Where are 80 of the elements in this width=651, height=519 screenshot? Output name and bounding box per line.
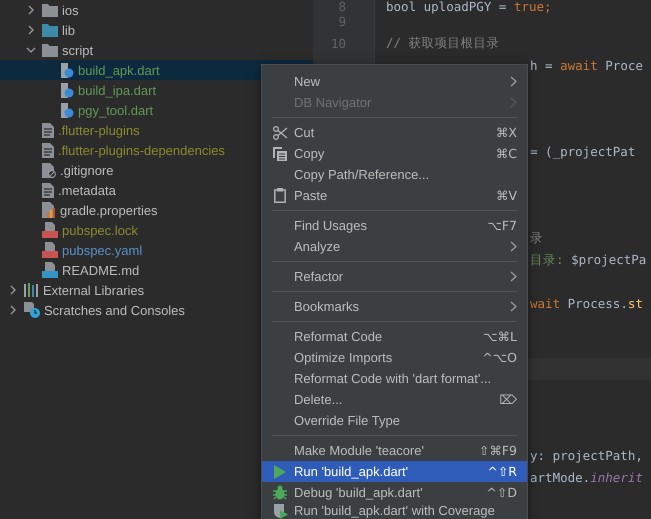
ignored-file-icon [42, 162, 56, 178]
menu-item[interactable]: Reformat Code with 'dart format'... [262, 368, 527, 389]
tree-item-label: gradle.properties [60, 202, 158, 218]
clipboard-icon [274, 188, 286, 203]
menu-item[interactable]: Optimize Imports ^⌥O [262, 347, 527, 368]
tree-item[interactable]: ios [0, 0, 313, 20]
code-line: 录 [530, 230, 543, 248]
play-icon [274, 464, 286, 478]
shortcut-label: ⇧⌘F9 [478, 443, 517, 458]
menu-item[interactable]: Analyze [262, 236, 527, 257]
menu-item[interactable]: Delete... ⌦ [262, 389, 527, 410]
code-line: artMode.inherit [530, 470, 643, 485]
menu-item[interactable]: Cut ⌘X [262, 122, 527, 143]
chevron-right-icon[interactable] [8, 305, 18, 315]
dart-file-icon [60, 102, 74, 118]
scratches-icon [24, 302, 40, 318]
text-file-icon [42, 182, 54, 198]
shortcut-label: ⌥⌘L [483, 329, 517, 344]
chevron-down-icon[interactable] [26, 45, 36, 55]
menu-item[interactable]: Make Module 'teacore' ⇧⌘F9 [262, 440, 527, 461]
yaml-file-icon [42, 242, 58, 258]
tree-item[interactable]: lib [0, 20, 313, 40]
dart-file-icon [60, 82, 74, 98]
shortcut-label: ⌥F7 [487, 218, 517, 233]
menu-item[interactable]: Refactor [262, 266, 527, 287]
tree-item-label: script [62, 42, 94, 58]
code-line: bool uploadPGY = true; [386, 0, 552, 14]
tree-item-label: External Libraries [43, 282, 144, 298]
code-line: = (_projectPat [530, 144, 636, 160]
folder-icon [42, 3, 58, 17]
menu-item[interactable]: Debug 'build_apk.dart' ^⇧D [262, 482, 527, 503]
folder-icon [42, 43, 58, 57]
tree-item-label: .flutter-plugins-dependencies [58, 142, 225, 158]
dart-file-icon [60, 62, 74, 78]
chevron-right-icon[interactable] [8, 285, 18, 295]
menu-item[interactable]: Copy ⌘C [262, 143, 527, 164]
shortcut-label: ^⇧D [486, 485, 517, 500]
shortcut-label: ⌘C [496, 146, 517, 161]
libraries-icon [24, 283, 39, 297]
menu-item[interactable]: Run 'build_apk.dart' with Coverage [262, 503, 527, 519]
menu-item[interactable]: Reformat Code ⌥⌘L [262, 326, 527, 347]
code-line: 目录: $projectPa [530, 252, 646, 269]
yaml-file-icon [42, 222, 58, 238]
text-file-icon [42, 142, 54, 158]
tree-item-label: .flutter-plugins [58, 122, 140, 138]
code-line: // 获取项目根目录 [386, 35, 500, 52]
tree-item-label: Scratches and Consoles [44, 302, 185, 318]
tree-item-label: .metadata [58, 182, 116, 198]
code-line: h = await Proce [530, 58, 643, 73]
tree-item-label: pubspec.yaml [62, 242, 142, 258]
shield-play-icon [272, 503, 288, 519]
tree-item-label: lib [62, 22, 76, 38]
shortcut-label: ⌘X [496, 125, 517, 140]
code-line: y: projectPath, [530, 448, 643, 464]
tree-item-label: README.md [62, 262, 140, 278]
shortcut-label: ⌦ [499, 392, 517, 407]
code-line: wait Process.st [530, 296, 643, 312]
menu-item[interactable]: Override File Type [262, 410, 527, 431]
shortcut-label: ^⌥O [482, 350, 517, 365]
chevron-right-icon[interactable] [26, 5, 36, 15]
markdown-file-icon [42, 262, 58, 278]
tree-item-label: build_apk.dart [78, 62, 160, 78]
tree-item-label: pgy_tool.dart [78, 102, 154, 118]
menu-item[interactable]: Copy Path/Reference... [262, 164, 527, 185]
text-file-icon [42, 122, 54, 138]
tree-item-label: ios [62, 2, 79, 18]
copy-icon [273, 146, 287, 160]
menu-item[interactable]: Run 'build_apk.dart' ^⇧R [262, 461, 527, 482]
scissors-icon [272, 126, 288, 140]
tree-item-label: .gitignore [60, 162, 114, 178]
bug-icon [273, 485, 287, 500]
tree-item-label: build_ipa.dart [78, 82, 156, 98]
shortcut-label: ^⇧R [487, 464, 517, 479]
tree-item[interactable]: script [0, 40, 313, 60]
menu-item[interactable]: Bookmarks [262, 296, 527, 317]
shortcut-label: ⌘V [496, 188, 517, 203]
folder-icon [42, 23, 58, 37]
properties-file-icon [42, 202, 56, 218]
chevron-right-icon[interactable] [26, 25, 36, 35]
tree-item-label: pubspec.lock [62, 222, 138, 238]
